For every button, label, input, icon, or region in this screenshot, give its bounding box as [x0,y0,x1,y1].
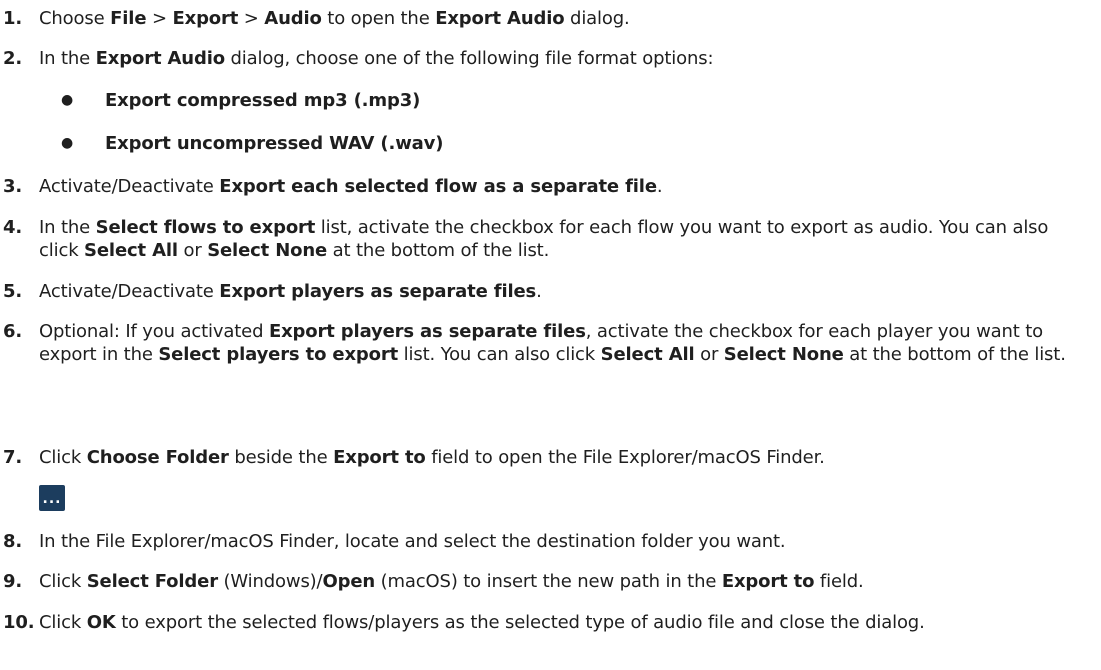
step-10: 10. Click OK to export the selected flow… [0,611,1093,634]
text-run: Click [39,612,87,633]
text-run: to export the selected flows/players as … [115,612,925,633]
text-run: . [656,176,663,197]
step-4: 4. In the Select flows to export list, a… [0,216,1093,262]
step-number: 9. [3,571,23,592]
bullet-marker: ● [61,135,74,151]
ui-term: Choose Folder [86,447,229,468]
step-8: 8. In the File Explorer/macOS Finder, lo… [0,530,1093,553]
text-run: In the File Explorer/macOS Finder, locat… [39,531,786,552]
ui-term: OK [86,612,116,633]
text-run: . [536,281,542,302]
step-text: In the File Explorer/macOS Finder, locat… [39,530,1093,553]
ui-term: Select players to export [158,344,399,365]
ui-term: Open [322,571,376,592]
format-option-label: Export compressed mp3 (.mp3) [105,90,421,111]
ui-term: Export players as separate files [268,321,586,342]
step-text: Choose File > Export > Audio to open the… [39,7,1093,30]
ellipsis-icon: ... [42,491,62,507]
text-run: list. You can also click [398,344,601,365]
ui-term: Select All [600,344,695,365]
format-option-mp3: ● Export compressed mp3 (.mp3) [58,89,420,112]
step-6: 6. Optional: If you activated Export pla… [0,320,1093,366]
ui-term: Select Folder [86,571,218,592]
step-text: Activate/Deactivate Export players as se… [39,280,1093,303]
step-text: Optional: If you activated Export player… [39,320,1093,366]
step-1: 1. Choose File > Export > Audio to open … [0,7,1093,30]
step-number: 1. [3,8,23,29]
text-run: > [146,8,173,29]
step-number: 8. [3,531,23,552]
ui-term: Export players as separate files [219,281,537,302]
ui-term: Export to [721,571,815,592]
ui-term: Select None [723,344,844,365]
step-7: 7. Click Choose Folder beside the Export… [0,446,1093,469]
text-run: (Windows)/ [217,571,323,592]
choose-folder-button-icon: ... [39,485,65,511]
text-run: dialog, choose one of the following file… [224,48,714,69]
text-run: or [694,344,724,365]
text-run: Activate/Deactivate [39,176,220,197]
step-number: 3. [3,176,23,197]
text-run: In the [39,48,96,69]
text-run: > [238,8,265,29]
bullet-marker: ● [61,92,74,108]
text-run: beside the [228,447,334,468]
ui-term: Select flows to export [95,217,316,238]
step-number: 4. [3,217,23,238]
text-run: at the bottom of the list. [327,240,550,261]
text-run: at the bottom of the list. [843,344,1066,365]
step-number: 7. [3,447,23,468]
text-run: dialog. [564,8,630,29]
text-run: Click [39,571,87,592]
step-number: 6. [3,321,23,342]
document: 1. Choose File > Export > Audio to open … [0,0,1101,670]
step-9: 9. Click Select Folder (Windows)/Open (m… [0,570,1093,593]
ui-term: File [110,8,147,29]
step-3: 3. Activate/Deactivate Export each selec… [0,175,1093,198]
text-run: to open the [321,8,436,29]
ui-term: Export to [333,447,426,468]
step-number: 5. [3,281,23,302]
format-option-wav: ● Export uncompressed WAV (.wav) [58,132,443,155]
text-run: (macOS) to insert the new path in the [375,571,722,592]
text-run: In the [39,217,96,238]
ui-term: Audio [264,8,322,29]
step-text: Click Choose Folder beside the Export to… [39,446,1093,469]
text-run: or [177,240,208,261]
text-run: Optional: If you activated [39,321,269,342]
text-run: field. [814,571,864,592]
ui-term: Export Audio [435,8,565,29]
step-number: 2. [3,48,23,69]
text-run: Choose [39,8,111,29]
step-text: In the Export Audio dialog, choose one o… [39,47,1093,70]
step-number: 10. [3,612,35,633]
ui-term: Select None [207,240,328,261]
step-text: Click Select Folder (Windows)/Open (macO… [39,570,1093,593]
text-run: field to open the File Explorer/macOS Fi… [425,447,825,468]
format-option-label: Export uncompressed WAV (.wav) [105,133,444,154]
step-2: 2. In the Export Audio dialog, choose on… [0,47,1093,70]
step-text: Activate/Deactivate Export each selected… [39,175,1093,198]
text-run: Click [39,447,87,468]
ui-term: Export each selected flow as a separate … [219,176,657,197]
step-text: Click OK to export the selected flows/pl… [39,611,1093,634]
ui-term: Select All [84,240,178,261]
ui-term: Export Audio [95,48,225,69]
step-text: In the Select flows to export list, acti… [39,216,1093,262]
step-5: 5. Activate/Deactivate Export players as… [0,280,1093,303]
text-run: Activate/Deactivate [39,281,220,302]
ui-term: Export [172,8,239,29]
